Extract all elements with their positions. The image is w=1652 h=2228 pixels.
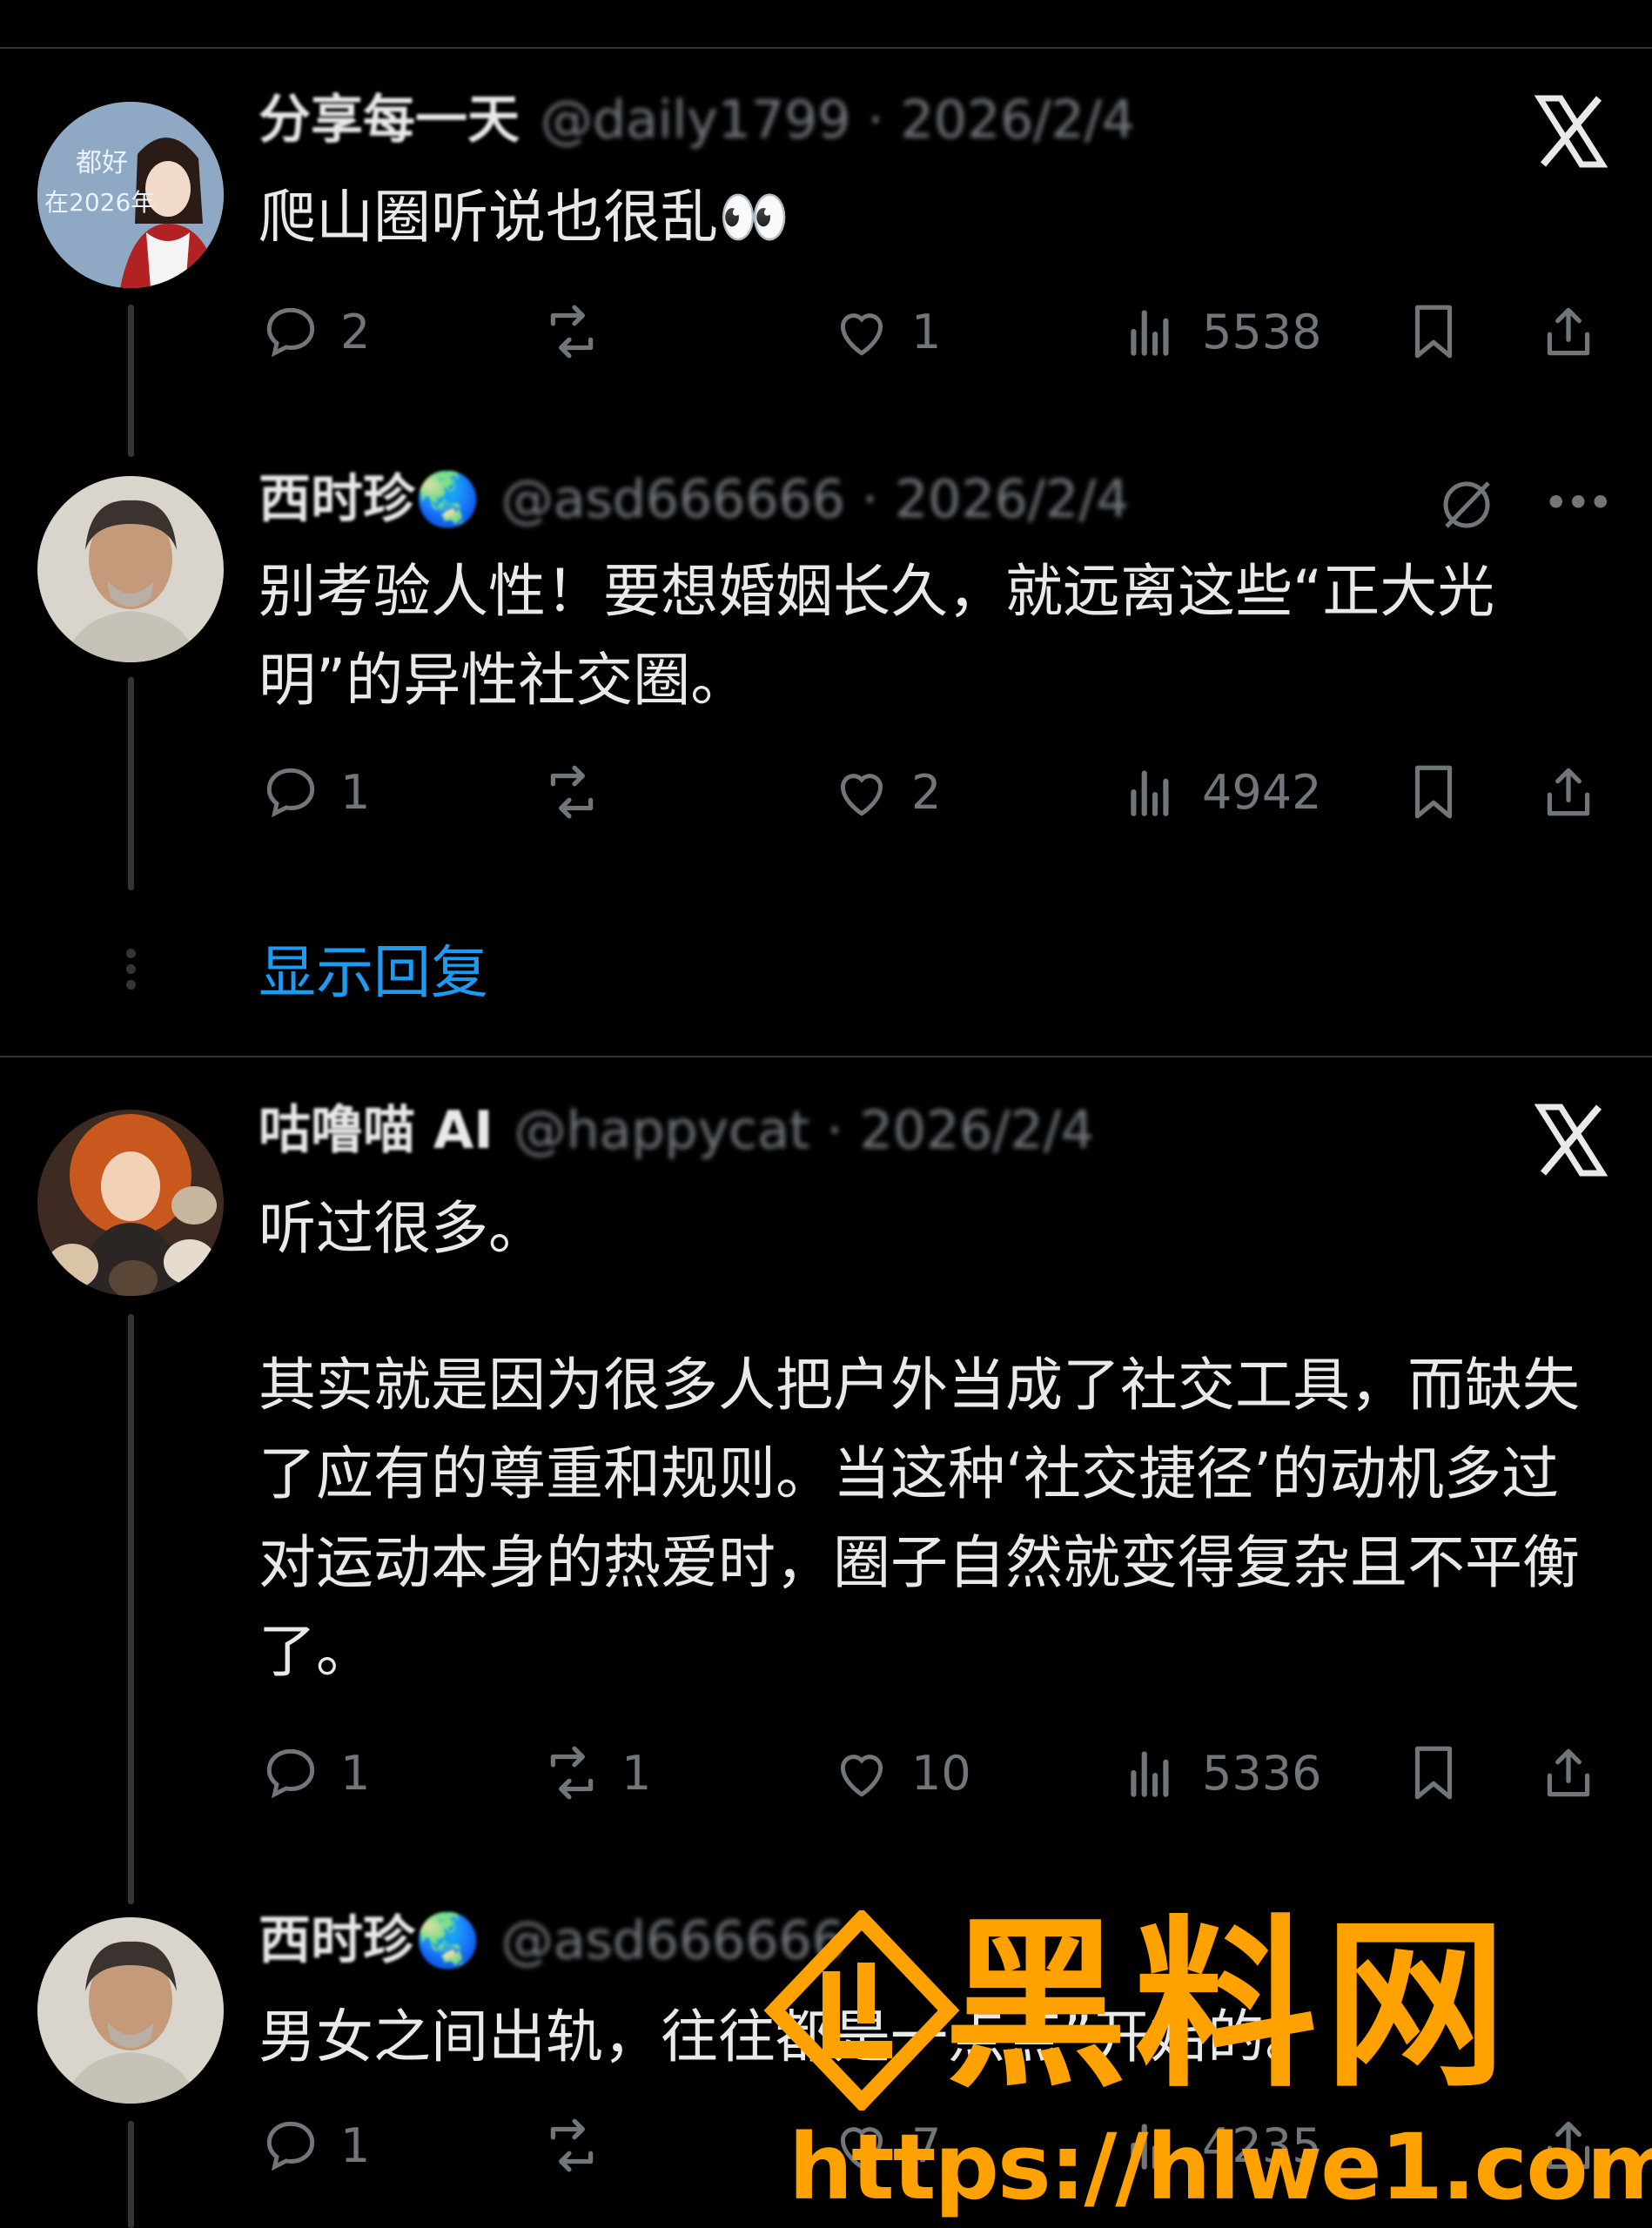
thread-line — [128, 305, 134, 457]
view-count: 5336 — [1202, 1745, 1322, 1801]
repost-button[interactable] — [540, 292, 621, 371]
display-name[interactable]: 西时珍🌏 — [259, 469, 480, 530]
watermark-url: https://hlwe1.com — [789, 2114, 1652, 2220]
heart-icon — [840, 774, 883, 816]
reply-icon — [266, 1748, 315, 1799]
thread-collapsed-dots — [124, 949, 138, 996]
share-button[interactable] — [1536, 292, 1601, 371]
watermark: 黑料网 https://hlwe1.com — [740, 1897, 1652, 2228]
handle-and-date[interactable]: @happycat · 2026/2/4 — [514, 1100, 1094, 1161]
reply-button[interactable]: 2 — [259, 292, 370, 371]
like-count: 2 — [911, 764, 942, 820]
bookmark-button[interactable] — [1401, 292, 1466, 371]
watermark-text: 黑料网 — [944, 1899, 1514, 2112]
avatar[interactable] — [37, 1917, 224, 2104]
share-icon — [1547, 307, 1590, 356]
post-header: 分享每一天 @daily1799 · 2026/2/4 — [259, 85, 1135, 155]
reply-icon — [266, 2121, 315, 2171]
avatar[interactable]: 都好 在2026年 — [37, 102, 224, 288]
like-button[interactable]: 10 — [829, 1734, 971, 1812]
views-button[interactable]: 4942 — [1120, 753, 1321, 831]
post-paragraph: 听过很多。 — [259, 1195, 546, 1262]
like-count: 10 — [911, 1745, 971, 1801]
bookmark-button[interactable] — [1401, 1734, 1466, 1812]
post-text: 别考验人性！要想婚姻长久，就远离这些“正大光明”的异性社交圈。 — [259, 547, 1599, 725]
heart-icon — [840, 313, 883, 356]
handle-and-date[interactable]: @daily1799 · 2026/2/4 — [541, 90, 1135, 151]
avatar[interactable] — [37, 476, 224, 662]
repost-icon — [550, 1746, 594, 1800]
watermark-logo-icon — [762, 1907, 962, 2114]
thread-divider — [0, 1056, 1652, 1057]
post-paragraph: 爬山圈听说也很乱👀 — [259, 184, 790, 251]
reply-button[interactable]: 1 — [259, 2106, 370, 2184]
top-divider — [0, 47, 1652, 49]
post-header: 咕噜喵 AI @happycat · 2026/2/4 — [259, 1096, 1094, 1165]
like-button[interactable]: 1 — [829, 292, 941, 371]
reply-count: 2 — [340, 304, 371, 359]
repost-icon — [550, 2118, 594, 2172]
thread-line — [128, 1314, 134, 1904]
thread-line — [128, 2121, 134, 2228]
share-icon — [1547, 1748, 1590, 1797]
view-count: 5538 — [1202, 304, 1322, 359]
views-icon — [1131, 310, 1169, 356]
repost-icon — [550, 765, 594, 819]
grok-icon[interactable] — [1436, 474, 1497, 535]
display-name[interactable]: 分享每一天 — [259, 90, 520, 151]
x-logo-icon[interactable] — [1534, 1104, 1608, 1177]
action-bar: 1 1 10 5336 — [259, 1734, 1616, 1812]
share-button[interactable] — [1536, 1734, 1601, 1812]
post-paragraph: 别考验人性！要想婚姻长久，就远离这些“正大光明”的异性社交圈。 — [259, 558, 1495, 714]
reply-icon — [266, 768, 315, 818]
bookmark-icon — [1414, 765, 1453, 819]
reply-button[interactable]: 1 — [259, 753, 370, 831]
svg-text:都好: 都好 — [76, 148, 128, 178]
reply-count: 1 — [340, 1745, 371, 1801]
reply-icon — [266, 307, 315, 358]
thread-line — [128, 677, 134, 890]
post-header: 西时珍🌏 @asd666666 · 2026/2/4 — [259, 465, 1130, 534]
reply-count: 1 — [340, 764, 371, 820]
action-bar: 2 1 5538 — [259, 292, 1616, 371]
avatar[interactable] — [37, 1110, 224, 1296]
repost-button[interactable] — [540, 753, 621, 831]
repost-icon — [550, 305, 594, 359]
handle-and-date[interactable]: @asd666666 · 2026/2/4 — [501, 469, 1130, 530]
views-button[interactable]: 5336 — [1120, 1734, 1321, 1812]
views-icon — [1131, 770, 1169, 816]
bookmark-icon — [1414, 1746, 1453, 1800]
like-button[interactable]: 2 — [829, 753, 941, 831]
share-button[interactable] — [1536, 753, 1601, 831]
heart-icon — [840, 1755, 883, 1797]
view-count: 4942 — [1202, 764, 1322, 820]
show-replies-link[interactable]: 显示回复 — [259, 934, 488, 1012]
repost-button[interactable] — [540, 2106, 621, 2184]
repost-button[interactable]: 1 — [540, 1734, 651, 1812]
repost-count: 1 — [621, 1745, 652, 1801]
action-bar: 1 2 4942 — [259, 753, 1616, 831]
bookmark-button[interactable] — [1401, 753, 1466, 831]
views-button[interactable]: 5538 — [1120, 292, 1321, 371]
display-name[interactable]: 西时珍🌏 — [259, 1910, 480, 1971]
share-icon — [1547, 768, 1590, 816]
post-text: 听过很多。 其实就是因为很多人把户外当成了社交工具，而缺失了应有的尊重和规则。当… — [259, 1184, 1599, 1696]
post-text: 爬山圈听说也很乱👀 — [259, 173, 1599, 262]
like-count: 1 — [911, 304, 942, 359]
x-logo-icon[interactable] — [1534, 95, 1608, 168]
bookmark-icon — [1414, 305, 1453, 359]
reply-count: 1 — [340, 2117, 371, 2173]
reply-button[interactable]: 1 — [259, 1734, 370, 1812]
svg-text:在2026年: 在2026年 — [44, 188, 155, 217]
post-paragraph: 其实就是因为很多人把户外当成了社交工具，而缺失了应有的尊重和规则。当这种‘社交捷… — [259, 1352, 1580, 1685]
more-icon[interactable]: ••• — [1543, 477, 1614, 529]
views-icon — [1131, 1751, 1169, 1797]
display-name[interactable]: 咕噜喵 AI — [259, 1100, 494, 1161]
